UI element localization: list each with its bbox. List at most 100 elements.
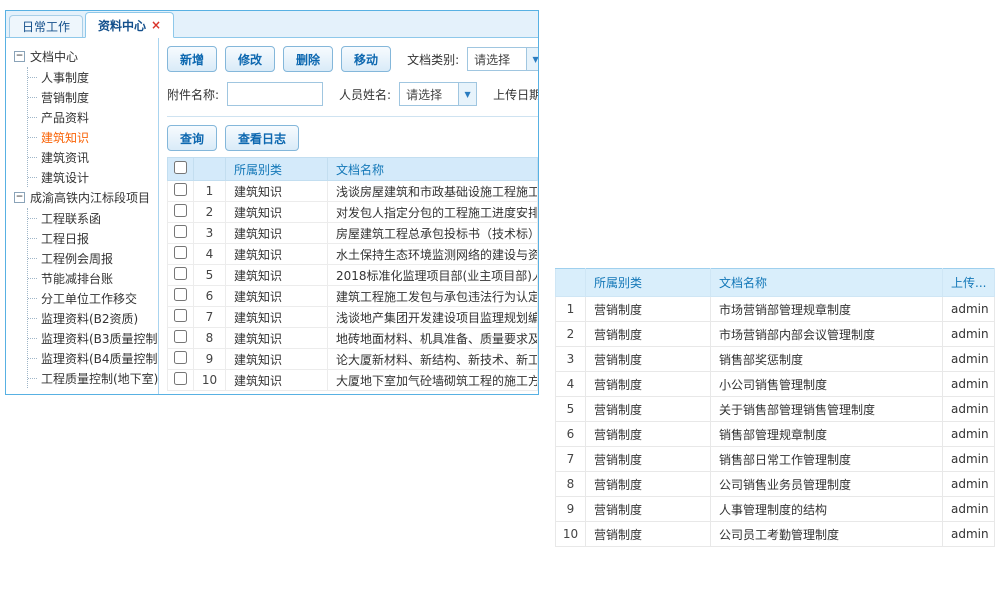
table-row[interactable]: 4 营销制度 小公司销售管理制度 admin (556, 372, 995, 397)
row-checkbox[interactable] (174, 351, 187, 364)
table-row[interactable]: 4 建筑知识 水土保持生态环境监测网络的建设与资... (168, 244, 538, 265)
row-checkbox[interactable] (174, 204, 187, 217)
table-row[interactable]: 9 建筑知识 论大厦新材料、新结构、新技术、新工... (168, 349, 538, 370)
table-row[interactable]: 9 营销制度 人事管理制度的结构 admin (556, 497, 995, 522)
row-category: 营销制度 (586, 497, 711, 522)
tree-item[interactable]: 分工单位工作移交 (28, 288, 156, 308)
table-row[interactable]: 5 营销制度 关于销售部管理销售管理制度 admin (556, 397, 995, 422)
tab-data-center[interactable]: 资料中心 × (85, 12, 174, 38)
tree-item[interactable]: 监理资料(B4质量控制) (28, 348, 156, 368)
row-checkbox[interactable] (174, 372, 187, 385)
table-row[interactable]: 10 建筑知识 大厦地下室加气砼墙砌筑工程的施工方... (168, 370, 538, 391)
table-row[interactable]: 5 建筑知识 2018标准化监理项目部(业主项目部)人员... (168, 265, 538, 286)
row-category: 建筑知识 (226, 307, 328, 328)
tree-item[interactable]: 节能减排台账 (28, 268, 156, 288)
row-uploader: admin (943, 397, 995, 422)
select-all-checkbox[interactable] (174, 161, 187, 174)
tree-item[interactable]: 产品资料 (28, 107, 156, 127)
row-category: 建筑知识 (226, 286, 328, 307)
document-tree: − 文档中心 人事制度 营销制度 产品资料 (6, 38, 159, 395)
select-all-cell (168, 158, 194, 181)
table-row[interactable]: 3 营销制度 销售部奖惩制度 admin (556, 347, 995, 372)
row-checkbox[interactable] (174, 330, 187, 343)
row-doc-name: 人事管理制度的结构 (711, 497, 943, 522)
row-doc-name: 地砖地面材料、机具准备、质量要求及... (328, 328, 538, 349)
row-category: 营销制度 (586, 422, 711, 447)
view-log-button[interactable]: 查看日志 (225, 125, 299, 151)
collapse-icon[interactable]: − (14, 51, 25, 62)
tree-node-doc-center[interactable]: − 文档中心 (14, 46, 156, 67)
marketing-documents-table: 所属别类 文档名称 上传... 1 营销制度 市场营销部管理规章制度 admin… (555, 268, 995, 547)
query-button[interactable]: 查询 (167, 125, 217, 151)
tree-node-railway-project[interactable]: − 成渝高铁内江标段项目 (14, 187, 156, 208)
tab-data-center-label: 资料中心 (98, 17, 146, 34)
row-category: 建筑知识 (226, 265, 328, 286)
table-row[interactable]: 7 营销制度 销售部日常工作管理制度 admin (556, 447, 995, 472)
tree-item-label: 产品资料 (41, 109, 89, 126)
tree-item[interactable]: 工程例会周报 (28, 248, 156, 268)
row-uploader: admin (943, 347, 995, 372)
row-number: 3 (556, 347, 586, 372)
row-uploader: admin (943, 297, 995, 322)
person-name-select[interactable]: 请选择 ▼ (399, 82, 477, 106)
tree-item[interactable]: 工程质量控制(地下室) (28, 368, 156, 388)
tree-item[interactable]: 工程联系函 (28, 208, 156, 228)
row-doc-name: 销售部奖惩制度 (711, 347, 943, 372)
row-number: 6 (194, 286, 226, 307)
move-button[interactable]: 移动 (341, 46, 391, 72)
table-row[interactable]: 2 建筑知识 对发包人指定分包的工程施工进度安排... (168, 202, 538, 223)
row-category: 建筑知识 (226, 370, 328, 391)
table-row[interactable]: 1 建筑知识 浅谈房屋建筑和市政基础设施工程施工... (168, 181, 538, 202)
row-checkbox[interactable] (174, 267, 187, 280)
row-doc-name: 浅谈地产集团开发建设项目监理规划编... (328, 307, 538, 328)
row-doc-name: 大厦地下室加气砼墙砌筑工程的施工方... (328, 370, 538, 391)
tree-item[interactable]: 监理资料(B2资质) (28, 308, 156, 328)
table-row[interactable]: 8 建筑知识 地砖地面材料、机具准备、质量要求及... (168, 328, 538, 349)
num-column-header (194, 158, 226, 181)
row-checkbox-cell (168, 202, 194, 223)
row-checkbox[interactable] (174, 288, 187, 301)
row-checkbox[interactable] (174, 309, 187, 322)
row-number: 1 (556, 297, 586, 322)
modify-button[interactable]: 修改 (225, 46, 275, 72)
table-row[interactable]: 8 营销制度 公司销售业务员管理制度 admin (556, 472, 995, 497)
row-uploader: admin (943, 372, 995, 397)
attachment-name-label: 附件名称: (167, 86, 219, 103)
row-doc-name: 销售部管理规章制度 (711, 422, 943, 447)
tree-item[interactable]: 建筑设计 (28, 167, 156, 187)
row-checkbox[interactable] (174, 246, 187, 259)
tree-item-label: 工程日报 (41, 230, 89, 247)
tree-item[interactable]: 建筑资讯 (28, 147, 156, 167)
toolbar-row: 新增 修改 删除 移动 文档类别: 请选择 ▼ 文档 (167, 46, 538, 72)
delete-button[interactable]: 删除 (283, 46, 333, 72)
doc-category-label: 文档类别: (407, 51, 459, 68)
table-row[interactable]: 3 建筑知识 房屋建筑工程总承包投标书（技术标）... (168, 223, 538, 244)
tree-item[interactable]: 人事制度 (28, 67, 156, 87)
row-number: 2 (556, 322, 586, 347)
table-row[interactable]: 10 营销制度 公司员工考勤管理制度 admin (556, 522, 995, 547)
collapse-icon[interactable]: − (14, 192, 25, 203)
tree-item-label: 建筑资讯 (41, 149, 89, 166)
tree-item-label: 建筑知识 (41, 129, 89, 146)
row-number: 6 (556, 422, 586, 447)
tree-item-label: 建筑设计 (41, 169, 89, 186)
tab-daily-work[interactable]: 日常工作 (9, 15, 83, 37)
row-checkbox[interactable] (174, 225, 187, 238)
add-button[interactable]: 新增 (167, 46, 217, 72)
table-row[interactable]: 6 营销制度 销售部管理规章制度 admin (556, 422, 995, 447)
attachment-name-input[interactable] (227, 82, 323, 106)
tree-item[interactable]: 建筑知识 (28, 127, 156, 147)
table-row[interactable]: 7 建筑知识 浅谈地产集团开发建设项目监理规划编... (168, 307, 538, 328)
row-checkbox[interactable] (174, 183, 187, 196)
tab-close-icon[interactable]: × (151, 18, 161, 32)
table-row[interactable]: 1 营销制度 市场营销部管理规章制度 admin (556, 297, 995, 322)
tree-item[interactable]: 营销制度 (28, 87, 156, 107)
row-category: 营销制度 (586, 347, 711, 372)
row-doc-name: 市场营销部内部会议管理制度 (711, 322, 943, 347)
row-doc-name: 公司销售业务员管理制度 (711, 472, 943, 497)
table-row[interactable]: 6 建筑知识 建筑工程施工发包与承包违法行为认定... (168, 286, 538, 307)
tree-item[interactable]: 工程日报 (28, 228, 156, 248)
table-row[interactable]: 2 营销制度 市场营销部内部会议管理制度 admin (556, 322, 995, 347)
tree-item[interactable]: 监理资料(B3质量控制) (28, 328, 156, 348)
doc-category-select[interactable]: 请选择 ▼ (467, 47, 538, 71)
